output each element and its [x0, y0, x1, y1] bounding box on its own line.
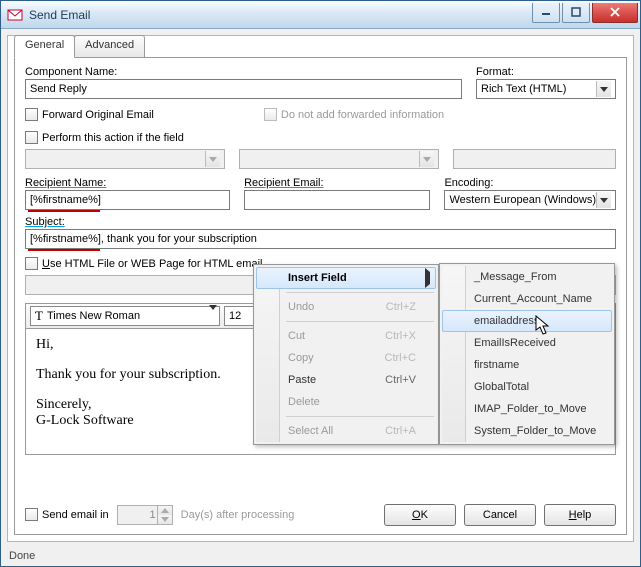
font-family-select[interactable]: Ƭ Times New Roman	[30, 306, 220, 326]
submenu-arrow-icon	[425, 272, 430, 284]
label-encoding: Encoding:	[444, 177, 616, 189]
field-imap-folder-to-move[interactable]: IMAP_Folder_to_Move	[442, 398, 612, 420]
help-button[interactable]: Help	[544, 504, 616, 526]
font-icon: Ƭ	[35, 308, 43, 324]
format-value: Rich Text (HTML)	[481, 83, 566, 95]
maximize-button[interactable]	[562, 3, 590, 23]
context-menu[interactable]: Insert Field UndoCtrl+Z CutCtrl+X CopyCt…	[253, 264, 439, 445]
component-name-input[interactable]	[25, 79, 462, 99]
title-bar[interactable]: Send Email	[1, 1, 640, 29]
minimize-button[interactable]	[532, 3, 560, 23]
ok-button[interactable]: OK	[384, 504, 456, 526]
days-spinner: 1	[117, 505, 173, 525]
red-underline-marker	[28, 249, 100, 251]
label-recipient-name: Recipient Name:	[25, 177, 230, 189]
window-title: Send Email	[29, 8, 530, 22]
encoding-value: Western European (Windows)	[449, 194, 596, 206]
field-current-account-name[interactable]: Current_Account_Name	[442, 288, 612, 310]
field-emailaddress[interactable]: emailaddress	[442, 310, 612, 332]
field-system-folder-to-move[interactable]: System_Folder_to_Move	[442, 420, 612, 442]
label-component-name: Component Name:	[25, 66, 462, 78]
menu-paste[interactable]: PasteCtrl+V	[256, 369, 436, 391]
label-days-after: Day(s) after processing	[181, 509, 295, 521]
field-message-from[interactable]: _Message_From	[442, 266, 612, 288]
menu-cut: CutCtrl+X	[256, 325, 436, 347]
label-subject: Subject:	[25, 216, 616, 228]
tab-general[interactable]: General	[14, 35, 75, 58]
condition-field-select	[25, 149, 225, 169]
format-select[interactable]: Rich Text (HTML)	[476, 79, 616, 99]
condition-value-input	[453, 149, 616, 169]
recipient-name-input[interactable]	[25, 190, 230, 210]
menu-select-all: Select AllCtrl+A	[256, 420, 436, 442]
send-email-window: Send Email General Advanced Component Na…	[0, 0, 641, 567]
subject-input[interactable]	[25, 229, 616, 249]
menu-delete: Delete	[256, 391, 436, 413]
menu-copy: CopyCtrl+C	[256, 347, 436, 369]
menu-undo: UndoCtrl+Z	[256, 296, 436, 318]
field-firstname[interactable]: firstname	[442, 354, 612, 376]
encoding-select[interactable]: Western European (Windows)	[444, 190, 616, 210]
chevron-down-icon	[209, 310, 217, 322]
forward-original-checkbox[interactable]: Forward Original Email	[25, 108, 154, 121]
condition-op-select	[239, 149, 439, 169]
close-button[interactable]	[592, 3, 638, 23]
label-format: Format:	[476, 66, 616, 78]
status-bar: Done	[1, 548, 640, 566]
tab-advanced[interactable]: Advanced	[74, 35, 145, 57]
menu-insert-field[interactable]: Insert Field	[256, 267, 436, 289]
chevron-down-icon	[596, 192, 611, 208]
insert-field-submenu[interactable]: _Message_From Current_Account_Name email…	[439, 263, 615, 445]
perform-action-checkbox[interactable]: Perform this action if the field	[25, 131, 616, 144]
field-global-total[interactable]: GlobalTotal	[442, 376, 612, 398]
field-email-is-received[interactable]: EmailIsReceived	[442, 332, 612, 354]
do-not-add-checkbox: Do not add forwarded information	[264, 108, 444, 121]
chevron-down-icon	[596, 81, 611, 97]
red-underline-marker	[28, 210, 100, 212]
send-email-in-checkbox[interactable]: Send email in	[25, 508, 109, 521]
app-icon	[7, 7, 23, 23]
label-recipient-email: Recipient Email:	[244, 177, 430, 189]
client-area: General Advanced Component Name: Format:…	[7, 35, 634, 542]
cancel-button[interactable]: Cancel	[464, 504, 536, 526]
tab-panel-general: Component Name: Format: Rich Text (HTML)…	[14, 57, 627, 535]
recipient-email-input[interactable]	[244, 190, 430, 210]
